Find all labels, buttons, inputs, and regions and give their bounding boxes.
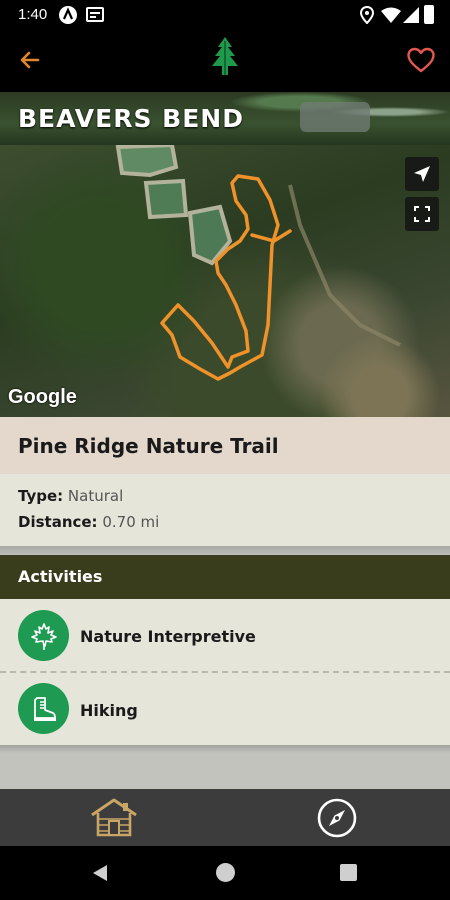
status-time: 1:40 (18, 6, 48, 23)
fullscreen-button[interactable] (405, 197, 439, 231)
bottom-navigation (0, 789, 450, 846)
favorite-heart-icon[interactable] (407, 47, 435, 77)
my-location-button[interactable] (405, 157, 439, 191)
activity-item-nature-interpretive[interactable]: Nature Interpretive (0, 599, 450, 671)
trail-distance: Distance: 0.70 mi (18, 513, 159, 531)
app-bar (0, 30, 450, 92)
compass-icon[interactable] (316, 797, 358, 843)
system-back-icon[interactable] (90, 863, 110, 887)
fullscreen-icon (414, 206, 430, 222)
location-icon (359, 5, 375, 28)
wifi-icon (381, 7, 401, 27)
trail-info (0, 474, 450, 546)
battery-icon (424, 5, 434, 24)
cabin-icon[interactable] (89, 797, 139, 843)
news-notification-icon (86, 7, 104, 22)
content-bottom-fill (0, 745, 450, 789)
back-arrow-icon[interactable] (18, 48, 42, 76)
navigation-arrow-icon (414, 166, 430, 182)
hero-road (300, 102, 370, 132)
park-title: BEAVERS BEND (18, 104, 244, 133)
signal-icon (403, 7, 419, 27)
section-gap (0, 546, 450, 555)
activity-label: Nature Interpretive (80, 627, 256, 646)
pine-tree-logo (205, 35, 245, 83)
activities-title: Activities (18, 567, 103, 586)
trail-map[interactable]: Google (0, 145, 450, 417)
system-recents-icon[interactable] (340, 864, 357, 881)
status-bar: 1:40 (0, 0, 450, 30)
type-label: Type: (18, 487, 64, 505)
maple-leaf-icon (18, 610, 69, 661)
trail-type: Type: Natural (18, 487, 123, 505)
map-features (115, 145, 401, 381)
activity-item-hiking[interactable]: Hiking (0, 673, 450, 745)
app-notification-icon (59, 6, 77, 24)
distance-label: Distance: (18, 513, 98, 531)
system-home-icon[interactable] (216, 863, 235, 882)
type-value: Natural (67, 487, 124, 505)
system-navigation-bar (0, 846, 450, 900)
google-attribution: Google (8, 386, 77, 408)
distance-value: 0.70 mi (102, 513, 160, 531)
activity-label: Hiking (80, 701, 138, 720)
hiking-boot-icon (18, 683, 69, 734)
trail-name: Pine Ridge Nature Trail (18, 434, 279, 458)
